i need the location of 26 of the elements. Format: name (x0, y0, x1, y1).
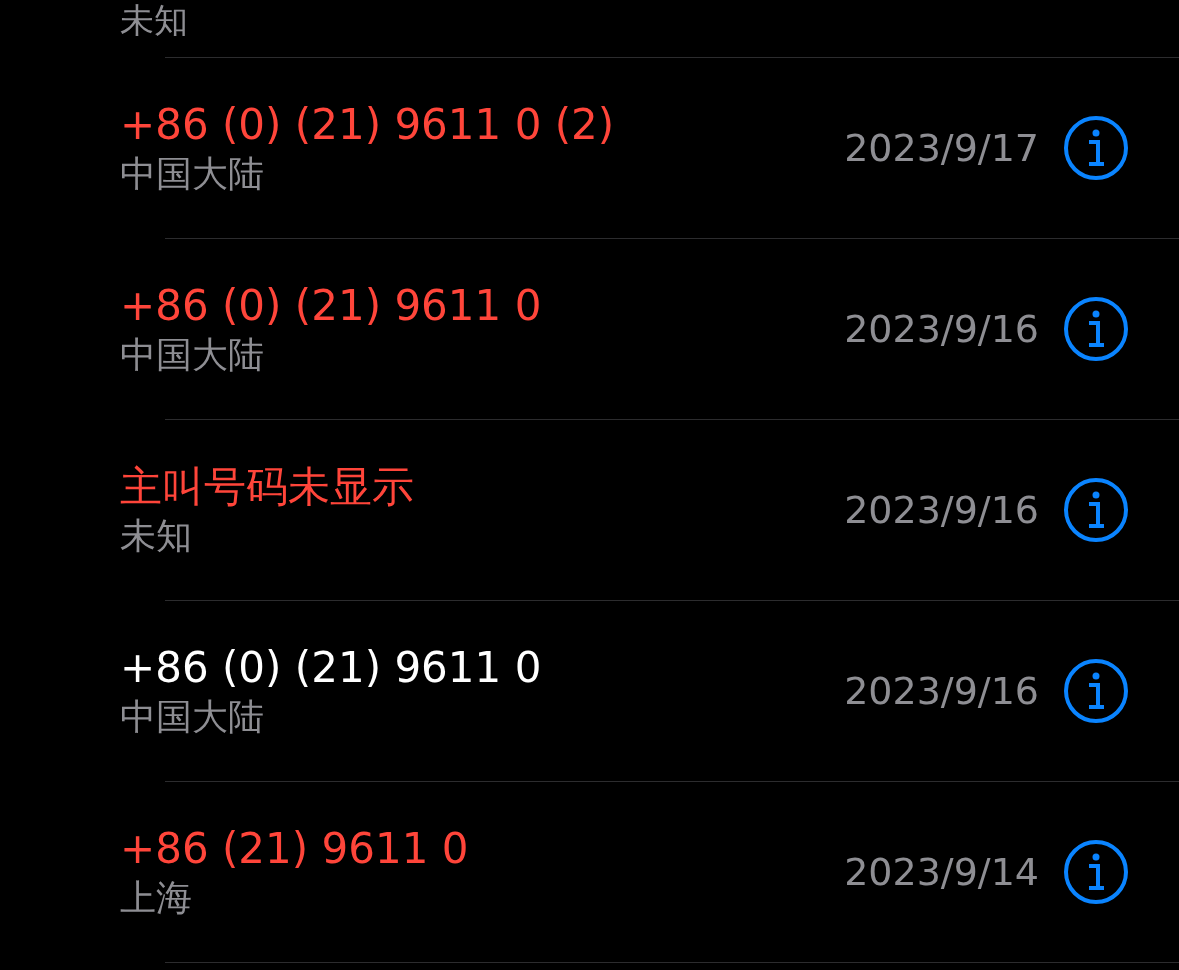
call-date: 2023/9/16 (844, 486, 1039, 534)
caller-name: +86 (0) (21) 9611 0 (120, 642, 543, 694)
call-date: 2023/9/16 (844, 305, 1039, 353)
call-row[interactable]: +86 (21) 9611 0 上海 2023/9/14 (0, 782, 1179, 962)
call-location: 中国大陆 (120, 333, 265, 377)
call-location: 未知 (120, 514, 193, 558)
call-row[interactable]: +86 (0) (21) 9611 0 中国大陆 2023/9/16 (0, 239, 1179, 419)
caller-name: +86 (21) 9611 0 (120, 823, 470, 875)
call-date: 2023/9/14 (844, 848, 1039, 896)
call-location: 中国大陆 (120, 152, 265, 196)
call-date: 2023/9/17 (844, 124, 1039, 172)
caller-name: 主叫号码未显示 (120, 461, 415, 513)
info-icon[interactable] (1063, 115, 1129, 181)
info-icon[interactable] (1063, 839, 1129, 905)
call-location: 上海 (120, 876, 193, 920)
caller-name: +86 (0) (21) 9611 0 (120, 280, 543, 332)
call-location: 未知 (120, 0, 188, 40)
caller-name: +86 (0) (21) 9611 0 (2) (120, 99, 616, 151)
call-date: 2023/9/16 (844, 667, 1039, 715)
info-icon[interactable] (1063, 477, 1129, 543)
call-row[interactable]: +86 (0) (21) 9611 0 (2) 中国大陆 2023/9/17 (0, 58, 1179, 238)
info-icon[interactable] (1063, 296, 1129, 362)
info-icon[interactable] (1063, 658, 1129, 724)
call-row[interactable]: +86 (0) (21) 9611 0 中国大陆 2023/9/16 (0, 601, 1179, 781)
call-location: 中国大陆 (120, 695, 265, 739)
call-row[interactable]: 主叫号码未显示 未知 2023/9/16 (0, 420, 1179, 600)
